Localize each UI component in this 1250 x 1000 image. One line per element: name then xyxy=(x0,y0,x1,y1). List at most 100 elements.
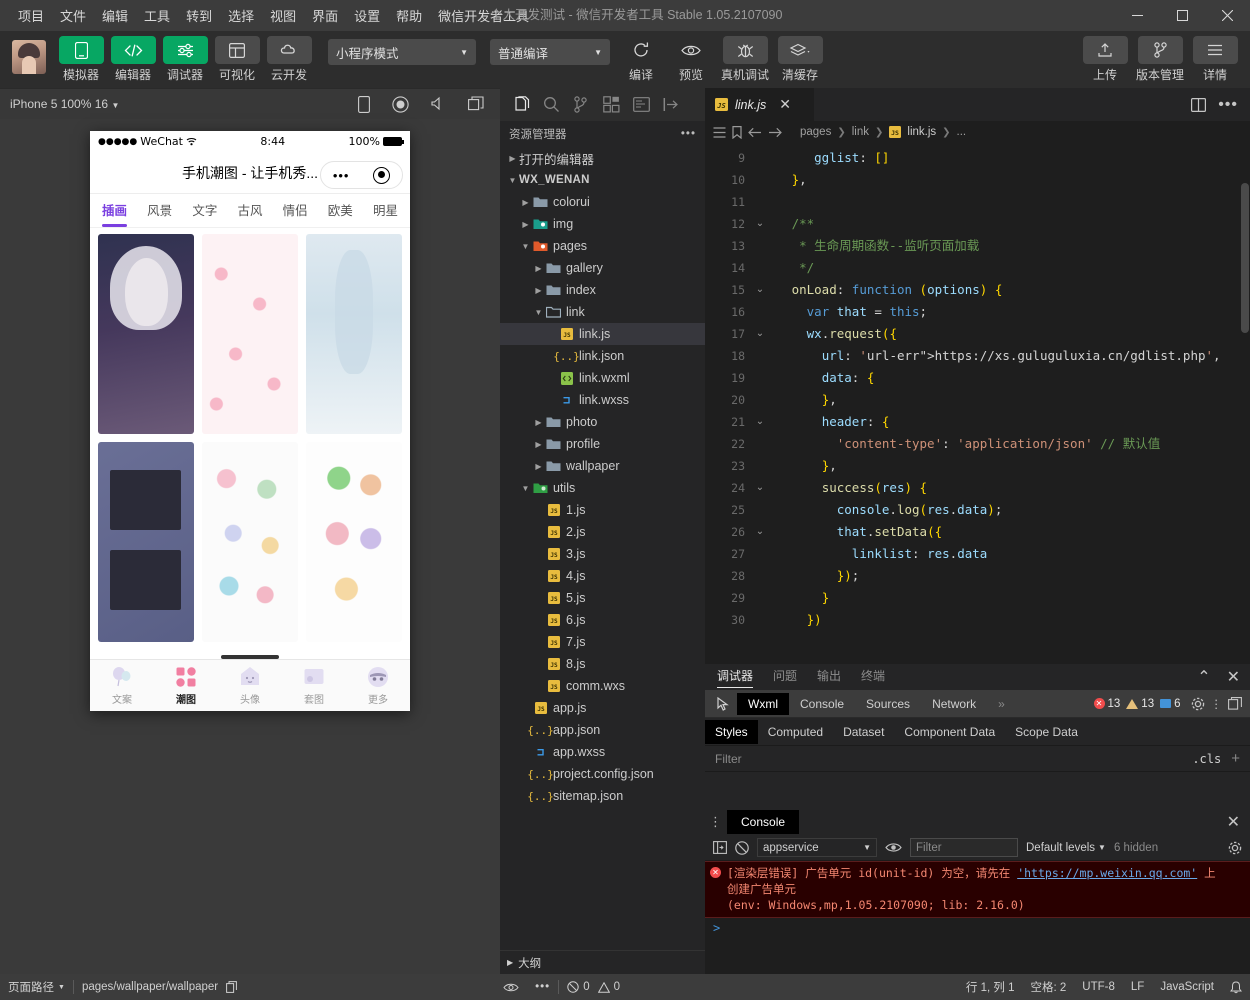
category-tab[interactable]: 明星 xyxy=(373,200,398,222)
close-icon[interactable]: ✕ xyxy=(1227,812,1240,832)
tree-item-comm-wxs[interactable]: JS comm.wxs xyxy=(500,675,705,697)
tree-item-7-js[interactable]: JS 7.js xyxy=(500,631,705,653)
dock-icon[interactable] xyxy=(1228,697,1242,710)
toolbar-button-version-control[interactable]: 版本管理 xyxy=(1132,36,1188,83)
tab-item-文案[interactable]: 文案 xyxy=(90,665,154,706)
split-editor-icon[interactable] xyxy=(1191,97,1207,112)
menu-item-4[interactable]: 转到 xyxy=(178,2,220,29)
devtools-tab-network[interactable]: Network xyxy=(921,693,987,715)
close-icon[interactable]: ✕ xyxy=(1227,667,1240,687)
tab-item-潮图[interactable]: 潮图 xyxy=(154,665,218,706)
tree-item-wx-wenan[interactable]: ▼ WX_WENAN xyxy=(500,169,705,191)
source-control-icon[interactable] xyxy=(568,92,594,118)
category-tab[interactable]: 插画 xyxy=(102,200,128,227)
category-tab[interactable]: 古风 xyxy=(237,200,262,222)
grid-item[interactable] xyxy=(98,234,194,434)
status-page-path[interactable]: pages/wallpaper/wallpaper xyxy=(74,974,245,1000)
chevron-right-icon[interactable]: ▶ xyxy=(506,154,519,163)
console-context-select[interactable]: appservice ▼ xyxy=(757,838,877,857)
gear-icon[interactable] xyxy=(1191,697,1205,711)
status-encoding[interactable]: UTF-8 xyxy=(1074,974,1123,1000)
close-button[interactable] xyxy=(1205,0,1250,31)
tree-item-link-json[interactable]: {..} link.json xyxy=(500,345,705,367)
tree-item-img[interactable]: ▶ img xyxy=(500,213,705,235)
tree-item-link-wxss[interactable]: ⊐ link.wxss xyxy=(500,389,705,411)
devtools-tab-console[interactable]: Console xyxy=(789,693,855,715)
chevron-right-icon[interactable]: ▶ xyxy=(519,220,532,229)
console-prompt[interactable]: > xyxy=(705,918,1250,938)
tree-item-6-js[interactable]: JS 6.js xyxy=(500,609,705,631)
files-icon[interactable] xyxy=(508,92,534,118)
status-indentation[interactable]: 空格: 2 xyxy=(1023,974,1075,1000)
eye-icon[interactable] xyxy=(885,842,902,853)
chevron-right-icon[interactable]: ▶ xyxy=(532,286,545,295)
fold-toggle-icon[interactable]: ⌄ xyxy=(751,411,769,433)
add-rule-button[interactable]: + xyxy=(1231,750,1240,767)
chevron-right-icon[interactable]: ▶ xyxy=(532,440,545,449)
fold-toggle-icon[interactable]: ⌄ xyxy=(751,213,769,235)
chevron-right-icon[interactable]: ▶ xyxy=(532,462,545,471)
toolbar-button-simulator[interactable]: 模拟器 xyxy=(56,36,106,83)
tree-item-wallpaper[interactable]: ▶ wallpaper xyxy=(500,455,705,477)
tree-item-app-wxss[interactable]: ⊐ app.wxss xyxy=(500,741,705,763)
tree-item-app-json[interactable]: {..} app.json xyxy=(500,719,705,741)
chevron-down-icon[interactable]: ▼ xyxy=(519,242,532,251)
chevron-down-icon[interactable]: ▼ xyxy=(519,484,532,493)
console-filter-input[interactable]: Filter xyxy=(910,838,1018,857)
menu-item-3[interactable]: 工具 xyxy=(136,2,178,29)
tree-item-3-js[interactable]: JS 3.js xyxy=(500,543,705,565)
status-language[interactable]: JavaScript xyxy=(1152,974,1222,1000)
forward-icon[interactable] xyxy=(768,127,782,138)
info-count[interactable]: 6 xyxy=(1160,698,1181,710)
styles-tab-styles[interactable]: Styles xyxy=(705,719,758,744)
sidebar-icon[interactable] xyxy=(713,841,727,854)
status-eol[interactable]: LF xyxy=(1123,974,1152,1000)
styles-tab-computed[interactable]: Computed xyxy=(758,720,833,744)
console-levels-select[interactable]: Default levels ▼ xyxy=(1026,842,1106,854)
tree-item-8-js[interactable]: JS 8.js xyxy=(500,653,705,675)
status-page-path-label[interactable]: 页面路径 ▼ xyxy=(0,974,73,1000)
toolbar-button-debugger[interactable]: 调试器 xyxy=(160,36,210,83)
tree-item-2-js[interactable]: JS 2.js xyxy=(500,521,705,543)
status-more[interactable]: ••• xyxy=(527,974,558,1000)
kebab-icon[interactable]: ⋮ xyxy=(705,814,727,830)
tree-item-profile[interactable]: ▶ profile xyxy=(500,433,705,455)
menu-item-5[interactable]: 选择 xyxy=(220,2,262,29)
devtools-tab-sources[interactable]: Sources xyxy=(855,693,921,715)
copy-icon[interactable] xyxy=(226,981,238,993)
mode-select[interactable]: 小程序模式 ▼ xyxy=(328,39,476,65)
category-tab[interactable]: 风景 xyxy=(147,200,172,222)
menu-item-0[interactable]: 项目 xyxy=(10,2,52,29)
close-circle-icon[interactable] xyxy=(373,166,391,184)
kebab-icon[interactable]: ⋮ xyxy=(1211,697,1223,711)
tree-item-colorui[interactable]: ▶ colorui xyxy=(500,191,705,213)
tree-item-5-js[interactable]: JS 5.js xyxy=(500,587,705,609)
tree-item-------[interactable]: ▶ 打开的编辑器 xyxy=(500,147,705,169)
breadcrumb-item-link[interactable]: link xyxy=(852,126,869,138)
styles-filter-input[interactable]: Filter xyxy=(715,752,742,766)
wxml-icon[interactable] xyxy=(628,92,654,118)
toolbar-button-visualization[interactable]: 可视化 xyxy=(212,36,262,83)
toolbar-button-real-device-debug[interactable]: 真机调试 xyxy=(716,36,774,83)
chevron-right-icon[interactable]: ▶ xyxy=(532,418,545,427)
toolbar-button-upload[interactable]: 上传 xyxy=(1080,36,1130,83)
minimize-button[interactable] xyxy=(1115,0,1160,31)
chevron-down-icon[interactable]: ▼ xyxy=(532,308,545,317)
toolbar-button-preview[interactable]: 预览 xyxy=(666,36,716,83)
code-content[interactable]: gglist: [] }, /** * 生命周期函数--监听页面加载 */ on… xyxy=(769,143,1250,664)
console-output[interactable]: ✕ [渲染层错误] 广告单元 id(unit-id) 为空，请先在 'https… xyxy=(705,861,1250,974)
grid-item[interactable] xyxy=(306,442,402,642)
tree-item-project-config-json[interactable]: {..} project.config.json xyxy=(500,763,705,785)
debug-panel-tab-问题[interactable]: 问题 xyxy=(773,667,797,687)
chevron-up-icon[interactable]: ⌃ xyxy=(1197,667,1210,687)
breadcrumb-item-pages[interactable]: pages xyxy=(800,126,831,138)
status-preview-toggle[interactable] xyxy=(495,974,527,1000)
compile-select[interactable]: 普通编译 ▼ xyxy=(490,39,610,65)
status-notifications[interactable] xyxy=(1222,974,1250,1000)
console-error-message[interactable]: ✕ [渲染层错误] 广告单元 id(unit-id) 为空，请先在 'https… xyxy=(705,861,1250,918)
toolbar-button-compile[interactable]: 编译 xyxy=(616,36,666,83)
grid-item[interactable] xyxy=(202,442,298,642)
fold-markers[interactable]: ⌄ ⌄ ⌄ ⌄ ⌄ ⌄ xyxy=(751,143,769,664)
styles-tab-component-data[interactable]: Component Data xyxy=(894,720,1005,744)
warning-count[interactable]: 13 xyxy=(1126,698,1154,710)
